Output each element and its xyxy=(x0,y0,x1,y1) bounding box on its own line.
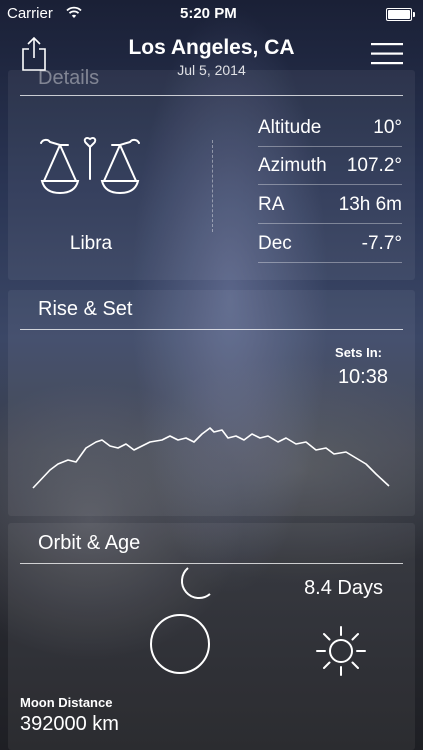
battery-icon xyxy=(386,8,415,21)
altitude-row: Altitude 10° xyxy=(258,109,402,147)
dec-label: Dec xyxy=(258,233,292,254)
constellation-label: Libra xyxy=(69,233,113,254)
sun-icon xyxy=(316,626,366,676)
rise-set-divider xyxy=(20,329,403,330)
ra-row: RA 13h 6m xyxy=(258,186,402,224)
details-title: Details xyxy=(38,67,100,85)
moon-distance-value: 392000 km xyxy=(20,713,119,735)
details-divider xyxy=(20,95,403,96)
ra-label: RA xyxy=(258,194,285,215)
orbit-age-title: Orbit & Age xyxy=(38,532,141,554)
row-divider xyxy=(258,223,402,224)
moon-distance-label: Moon Distance xyxy=(20,695,113,710)
sets-in-value: 10:38 xyxy=(337,366,388,388)
crescent-moon-icon xyxy=(181,567,211,599)
azimuth-row: Azimuth 107.2° xyxy=(258,147,402,185)
dec-row: Dec -7.7° xyxy=(258,225,402,263)
menu-icon[interactable] xyxy=(371,42,403,66)
wifi-icon xyxy=(66,6,82,18)
details-vertical-divider xyxy=(212,140,213,232)
moon-age: 8.4 Days xyxy=(304,577,383,599)
rise-set-title: Rise & Set xyxy=(38,298,133,320)
page-title: Los Angeles, CA xyxy=(128,36,295,59)
sets-in-label: Sets In: xyxy=(335,345,382,360)
dec-value: -7.7° xyxy=(361,233,402,254)
row-divider xyxy=(258,184,402,185)
altitude-value: 10° xyxy=(373,117,402,138)
mountain-range-icon xyxy=(32,427,390,489)
clock: 5:20 PM xyxy=(180,5,237,22)
carrier-label: Carrier xyxy=(7,5,53,22)
azimuth-label: Azimuth xyxy=(258,155,327,176)
status-bar: Carrier 5:20 PM xyxy=(0,0,423,28)
azimuth-value: 107.2° xyxy=(346,155,402,176)
libra-icon xyxy=(40,136,140,195)
ra-value: 13h 6m xyxy=(338,194,402,215)
full-moon-icon xyxy=(150,614,210,674)
altitude-label: Altitude xyxy=(258,117,322,138)
row-divider xyxy=(258,262,402,263)
